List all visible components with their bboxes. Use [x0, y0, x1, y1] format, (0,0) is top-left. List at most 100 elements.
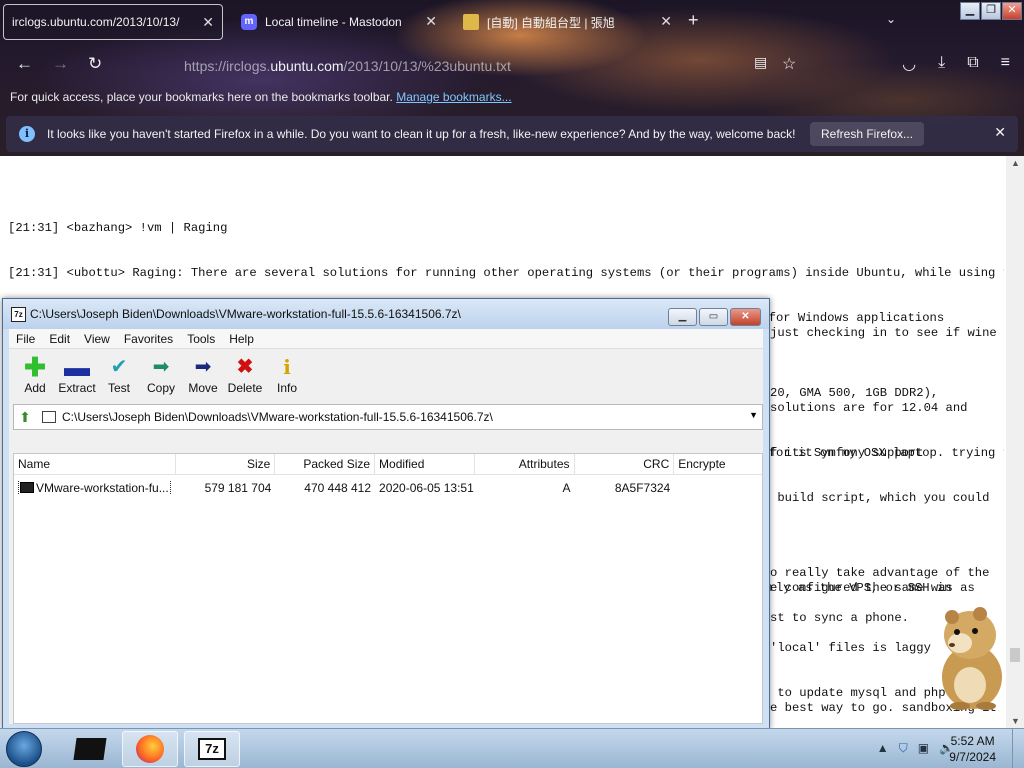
mastodon-icon: m	[241, 14, 257, 30]
menu-tools[interactable]: Tools	[180, 332, 222, 346]
downloads-icon[interactable]: ⤓	[938, 54, 945, 74]
clock[interactable]: 5:52 AM 9/7/2024	[949, 733, 996, 765]
log-fragment: just checking in to see if wine	[770, 326, 997, 340]
plus-icon: ✚	[24, 352, 46, 382]
menu-edit[interactable]: Edit	[42, 332, 77, 346]
manage-bookmarks-link[interactable]: Manage bookmarks...	[396, 90, 511, 104]
col-packed-size[interactable]: Packed Size	[275, 454, 376, 474]
show-desktop-button[interactable]	[1012, 729, 1024, 768]
tray-shield-icon[interactable]: ⛉	[899, 741, 908, 756]
menu-hamburger-icon[interactable]: ≡	[1001, 54, 1010, 74]
url-bar[interactable]: https://irclogs. ubuntu.com /2013/10/13/…	[184, 53, 744, 79]
hamster-desktop-pet[interactable]	[930, 605, 1008, 711]
url-prefix: https://irclogs.	[184, 58, 271, 74]
move-arrow-icon: ➡	[194, 356, 212, 378]
7zip-logo-icon: 7z	[11, 306, 26, 322]
extract-button[interactable]: ▬ Extract	[56, 354, 98, 401]
path-text: C:\Users\Joseph Biden\Downloads\VMware-w…	[62, 410, 493, 424]
log-fragment: f its Symfony support	[770, 446, 924, 460]
add-label: Add	[24, 381, 46, 395]
col-name[interactable]: Name	[14, 454, 176, 474]
notification-text: It looks like you haven't started Firefo…	[47, 127, 796, 141]
back-arrow-icon[interactable]: ←	[16, 54, 33, 74]
window-controls: ▁ ❐ ✕	[960, 2, 1022, 20]
new-tab-icon[interactable]: +	[688, 10, 699, 31]
path-bar[interactable]: ⬆ C:\Users\Joseph Biden\Downloads\VMware…	[13, 404, 763, 430]
list-tabs-chevron-icon[interactable]: ⌄	[886, 12, 896, 26]
bookmarks-hint: For quick access, place your bookmarks h…	[10, 90, 393, 104]
extensions-icon[interactable]: ⧉	[967, 54, 978, 74]
col-attributes[interactable]: Attributes	[475, 454, 575, 474]
network-icon[interactable]: ▣	[918, 741, 929, 756]
scroll-thumb[interactable]	[1010, 648, 1020, 662]
move-button[interactable]: ➡ Move	[182, 355, 224, 401]
col-modified[interactable]: Modified	[375, 454, 475, 474]
system-tray: ▲ ⛉ ▣ 🔈	[877, 741, 954, 756]
minimize-icon[interactable]: ▁	[960, 2, 980, 20]
col-size[interactable]: Size	[176, 454, 276, 474]
taskbar-app-box[interactable]	[62, 731, 118, 767]
menu-view[interactable]: View	[77, 332, 117, 346]
tray-expand-icon[interactable]: ▲	[877, 741, 889, 756]
close-window-icon[interactable]: ✕	[1002, 2, 1022, 20]
scroll-up-icon[interactable]: ▲	[1011, 158, 1020, 168]
tab-third[interactable]: [自動] 自動組台型 | 張旭 ✕	[455, 4, 680, 40]
7zip-icon: 7z	[198, 738, 226, 760]
forward-arrow-icon[interactable]: →	[52, 54, 69, 74]
tab-title: Local timeline - Mastodon	[265, 15, 402, 29]
test-label: Test	[107, 381, 130, 395]
start-button[interactable]	[6, 731, 42, 767]
maximize-icon[interactable]: ▭	[699, 308, 728, 326]
log-fragment: solutions are for 12.04 and	[770, 401, 968, 415]
reader-view-icon[interactable]: ▤	[754, 54, 767, 71]
minimize-icon[interactable]: ▁	[668, 308, 697, 326]
copy-button[interactable]: ➡ Copy	[140, 355, 182, 401]
taskbar-firefox[interactable]	[122, 731, 178, 767]
taskbar-7zip[interactable]: 7z	[184, 731, 240, 767]
table-row[interactable]: VMware-workstation-fu... 579 181 704 470…	[14, 478, 762, 498]
menu-help[interactable]: Help	[222, 332, 261, 346]
7zip-titlebar[interactable]: 7z C:\Users\Joseph Biden\Downloads\VMwar…	[3, 299, 769, 329]
column-headers: Name Size Packed Size Modified Attribute…	[14, 454, 762, 475]
col-encrypted[interactable]: Encrypte	[674, 454, 762, 474]
clock-time: 5:52 AM	[950, 734, 995, 748]
tab-mastodon[interactable]: m Local timeline - Mastodon ✕	[233, 4, 445, 40]
refresh-firefox-button[interactable]: Refresh Firefox...	[810, 122, 925, 146]
file-size: 579 181 704	[204, 481, 272, 495]
file-modified: 2020-06-05 13:51	[379, 481, 474, 495]
toolbar-icons: ◡ ⤓ ⧉ ≡	[902, 54, 1010, 74]
menu-favorites[interactable]: Favorites	[117, 332, 180, 346]
reload-icon[interactable]: ↻	[88, 54, 102, 74]
folder-up-icon[interactable]: ⬆	[14, 409, 36, 426]
tab-irclogs[interactable]: irclogs.ubuntu.com/2013/10/13/ ✕	[3, 4, 223, 40]
log-fragment: to update mysql and php	[770, 686, 946, 700]
log-fragment: 'local' files is laggy	[770, 641, 931, 655]
bookmark-star-icon[interactable]: ☆	[782, 54, 796, 74]
file-crc: 8A5F7324	[614, 481, 671, 495]
file-name: VMware-workstation-fu...	[36, 481, 169, 495]
firefox-toolbar-area: irclogs.ubuntu.com/2013/10/13/ ✕ m Local…	[0, 0, 1024, 156]
test-button[interactable]: ✔ Test	[98, 355, 140, 401]
close-window-icon[interactable]: ✕	[730, 308, 761, 326]
close-notification-icon[interactable]: ✕	[994, 124, 1006, 141]
add-button[interactable]: ✚ Add	[14, 352, 56, 401]
maximize-icon[interactable]: ❐	[981, 2, 1001, 20]
7zip-client-area: File Edit View Favorites Tools Help ✚ Ad…	[9, 329, 763, 724]
delete-button[interactable]: ✖ Delete	[224, 355, 266, 401]
copy-label: Copy	[146, 381, 175, 395]
close-tab-icon[interactable]: ✕	[202, 14, 214, 31]
close-tab-icon[interactable]: ✕	[425, 13, 437, 30]
col-crc[interactable]: CRC	[575, 454, 675, 474]
7zip-toolbar: ✚ Add ▬ Extract ✔ Test ➡ Copy ➡ Move ✖ D…	[9, 349, 763, 401]
chevron-down-icon[interactable]: ▼	[749, 410, 758, 420]
menu-file[interactable]: File	[9, 332, 42, 346]
pocket-icon[interactable]: ◡	[902, 54, 916, 74]
windows-taskbar: 7z ▲ ⛉ ▣ 🔈 5:52 AM 9/7/2024	[0, 728, 1024, 768]
close-tab-icon[interactable]: ✕	[660, 13, 672, 30]
menu-bar: File Edit View Favorites Tools Help	[9, 329, 763, 349]
page-scrollbar[interactable]: ▲ ▼	[1006, 156, 1024, 728]
info-button[interactable]: i Info	[266, 355, 308, 401]
delete-x-icon: ✖	[236, 356, 254, 378]
scroll-down-icon[interactable]: ▼	[1011, 716, 1020, 726]
7zip-title: C:\Users\Joseph Biden\Downloads\VMware-w…	[30, 307, 461, 321]
